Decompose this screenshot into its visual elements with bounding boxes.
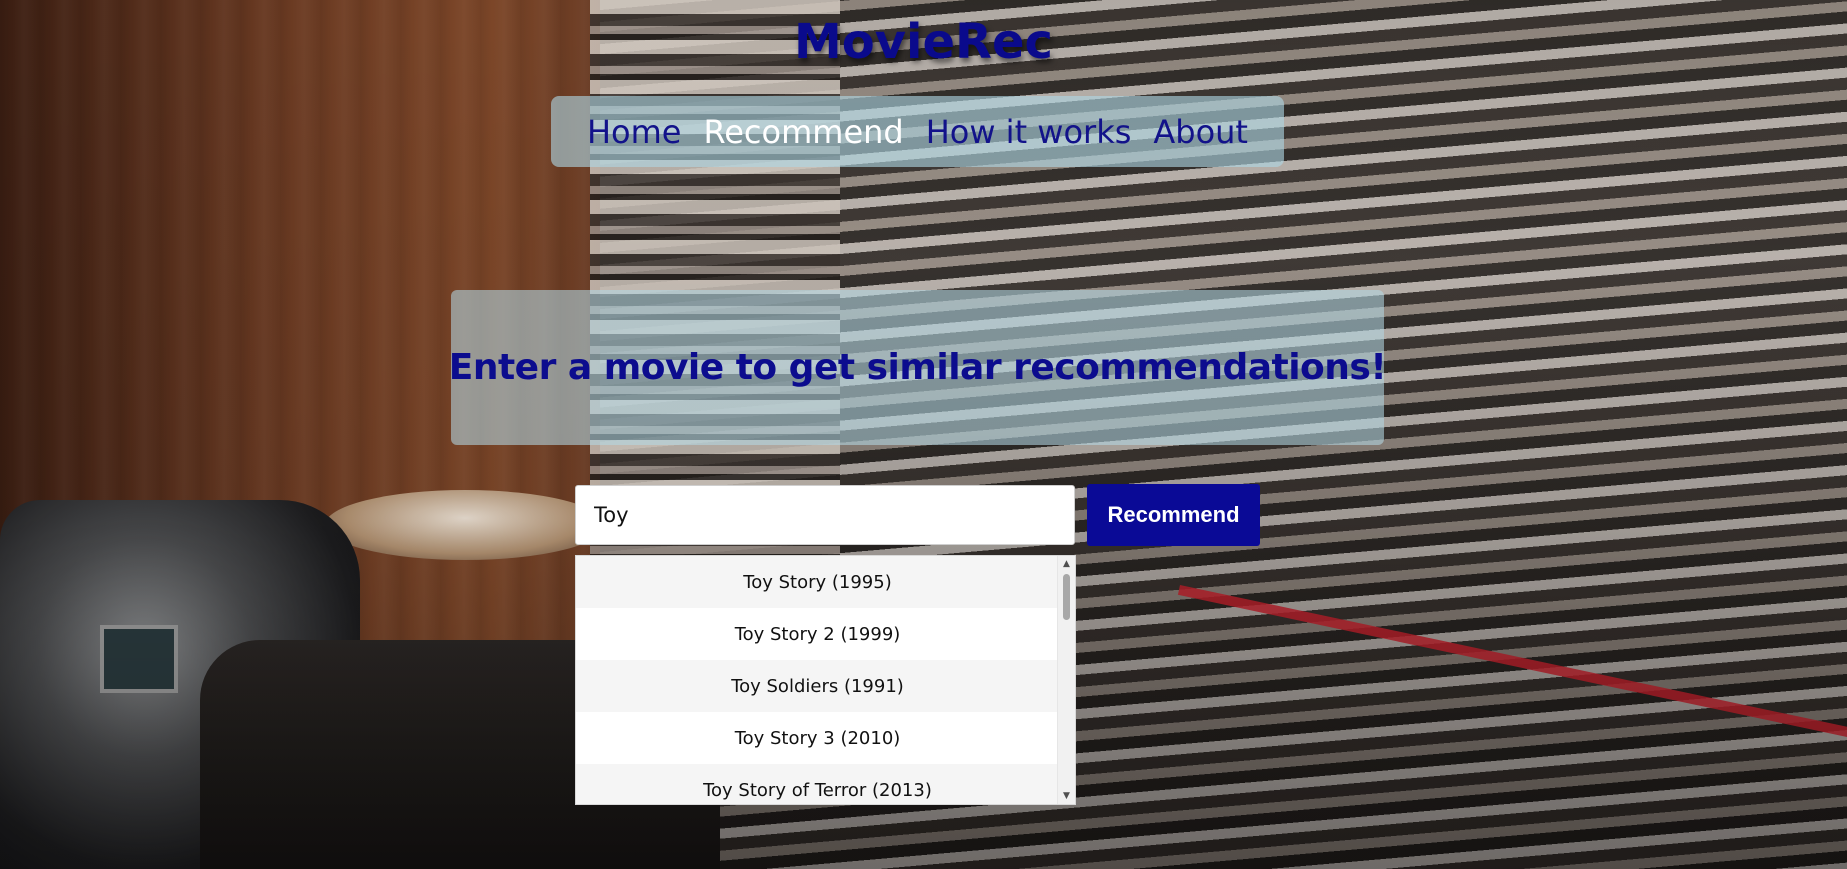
suggestion-item[interactable]: Toy Story of Terror (2013) (576, 764, 1059, 804)
recommend-button[interactable]: Recommend (1087, 484, 1260, 546)
suggestion-item[interactable]: Toy Story (1995) (576, 556, 1059, 608)
page-heading: Enter a movie to get similar recommendat… (448, 347, 1387, 388)
nav-item-home[interactable]: Home (587, 113, 682, 151)
autocomplete-dropdown: Toy Story (1995) Toy Story 2 (1999) Toy … (575, 555, 1076, 805)
nav-item-recommend[interactable]: Recommend (703, 113, 903, 151)
main-nav: Home Recommend How it works About (551, 96, 1284, 167)
movie-search-input[interactable] (575, 485, 1075, 545)
suggestion-list: Toy Story (1995) Toy Story 2 (1999) Toy … (576, 556, 1059, 804)
dropdown-scrollbar[interactable]: ▲ ▼ (1057, 556, 1075, 804)
nav-item-about[interactable]: About (1153, 113, 1248, 151)
brand-logo[interactable]: MovieRec (0, 14, 1847, 70)
nav-item-how-it-works[interactable]: How it works (926, 113, 1132, 151)
page: MovieRec Home Recommend How it works Abo… (0, 0, 1847, 869)
suggestion-item[interactable]: Toy Story 2 (1999) (576, 608, 1059, 660)
suggestion-item[interactable]: Toy Story 3 (2010) (576, 712, 1059, 764)
suggestion-item[interactable]: Toy Soldiers (1991) (576, 660, 1059, 712)
scroll-up-arrow-icon[interactable]: ▲ (1058, 557, 1075, 571)
hero-panel: Enter a movie to get similar recommendat… (448, 290, 1387, 445)
scrollbar-thumb[interactable] (1063, 574, 1070, 620)
scroll-down-arrow-icon[interactable]: ▼ (1058, 789, 1075, 803)
